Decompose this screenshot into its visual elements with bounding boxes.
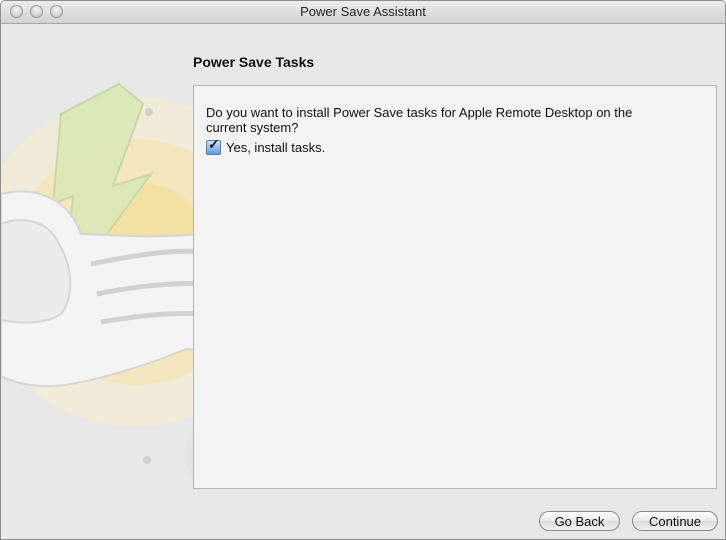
title-bar[interactable]: Power Save Assistant	[1, 1, 725, 24]
continue-button[interactable]: Continue	[632, 511, 718, 531]
checkmark-icon: ✓	[208, 135, 220, 152]
section-title: Power Save Tasks	[193, 54, 315, 70]
install-tasks-checkbox[interactable]: ✓	[206, 135, 221, 155]
install-tasks-label[interactable]: Yes, install tasks.	[226, 140, 325, 155]
power-save-assistant-window: Power Save Assistant Power Save Tasks Do…	[0, 0, 726, 540]
window-title: Power Save Assistant	[300, 4, 426, 19]
assistant-content: Power Save Tasks Do you want to install …	[1, 24, 725, 539]
task-options-pane: Do you want to install Power Save tasks …	[193, 85, 717, 489]
install-question: Do you want to install Power Save tasks …	[206, 105, 633, 135]
install-tasks-option[interactable]: ✓ Yes, install tasks.	[206, 135, 325, 155]
go-back-button[interactable]: Go Back	[539, 511, 620, 531]
